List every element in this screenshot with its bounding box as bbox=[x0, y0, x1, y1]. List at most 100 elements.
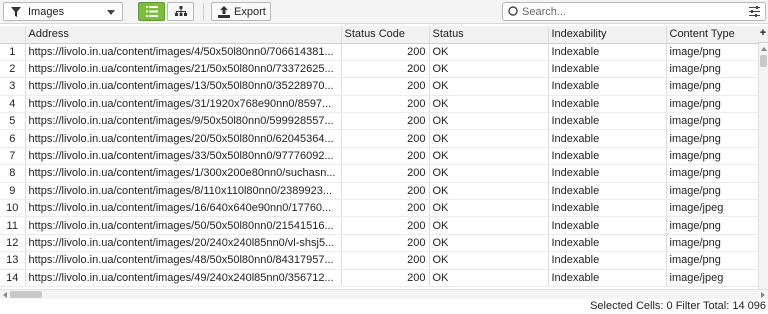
address-cell[interactable]: https://livolo.in.ua/content/images/50/5… bbox=[25, 216, 342, 235]
address-cell[interactable]: https://livolo.in.ua/content/images/9/50… bbox=[25, 112, 342, 131]
status-cell[interactable]: OK bbox=[429, 129, 549, 148]
indexability-cell[interactable]: Indexable bbox=[548, 251, 667, 270]
indexability-cell[interactable]: Indexable bbox=[548, 182, 667, 201]
status-code-cell[interactable]: 200 bbox=[341, 129, 430, 148]
table-row[interactable]: 2 https://livolo.in.ua/content/images/21… bbox=[0, 60, 759, 79]
status-cell[interactable]: OK bbox=[429, 269, 549, 287]
address-cell[interactable]: https://livolo.in.ua/content/images/20/5… bbox=[25, 129, 342, 148]
indexability-cell[interactable]: Indexable bbox=[548, 43, 667, 61]
address-cell[interactable]: https://livolo.in.ua/content/images/49/2… bbox=[25, 269, 342, 287]
status-cell[interactable]: OK bbox=[429, 234, 549, 253]
column-header-status-code[interactable]: Status Code bbox=[341, 26, 430, 44]
search-input[interactable] bbox=[522, 4, 742, 19]
filter-dropdown[interactable]: Images bbox=[3, 2, 123, 21]
status-code-cell[interactable]: 200 bbox=[341, 269, 430, 287]
table-row[interactable]: 10 https://livolo.in.ua/content/images/1… bbox=[0, 199, 759, 218]
table-row[interactable]: 11 https://livolo.in.ua/content/images/5… bbox=[0, 216, 759, 235]
address-cell[interactable]: https://livolo.in.ua/content/images/33/5… bbox=[25, 147, 342, 166]
content-type-cell[interactable]: image/png bbox=[666, 216, 759, 235]
status-code-cell[interactable]: 200 bbox=[341, 234, 430, 253]
table-row[interactable]: 14 https://livolo.in.ua/content/images/4… bbox=[0, 269, 759, 287]
table-row[interactable]: 8 https://livolo.in.ua/content/images/1/… bbox=[0, 164, 759, 183]
add-column-button[interactable]: + bbox=[758, 26, 768, 43]
address-cell[interactable]: https://livolo.in.ua/content/images/13/5… bbox=[25, 77, 342, 96]
status-cell[interactable]: OK bbox=[429, 112, 549, 131]
indexability-cell[interactable]: Indexable bbox=[548, 164, 667, 183]
tree-view-button[interactable] bbox=[167, 2, 194, 21]
address-cell[interactable]: https://livolo.in.ua/content/images/1/30… bbox=[25, 164, 342, 183]
address-cell[interactable]: https://livolo.in.ua/content/images/20/2… bbox=[25, 234, 342, 253]
column-header-address[interactable]: Address bbox=[25, 26, 342, 44]
status-code-cell[interactable]: 200 bbox=[341, 182, 430, 201]
address-cell[interactable]: https://livolo.in.ua/content/images/8/11… bbox=[25, 182, 342, 201]
scroll-right-icon[interactable] bbox=[761, 292, 765, 298]
indexability-cell[interactable]: Indexable bbox=[548, 234, 667, 253]
table-row[interactable]: 4 https://livolo.in.ua/content/images/31… bbox=[0, 95, 759, 114]
status-code-cell[interactable]: 200 bbox=[341, 164, 430, 183]
table-row[interactable]: 6 https://livolo.in.ua/content/images/20… bbox=[0, 129, 759, 148]
scroll-left-icon[interactable] bbox=[3, 292, 7, 298]
status-code-cell[interactable]: 200 bbox=[341, 43, 430, 61]
table-row[interactable]: 13 https://livolo.in.ua/content/images/4… bbox=[0, 251, 759, 270]
indexability-cell[interactable]: Indexable bbox=[548, 129, 667, 148]
status-cell[interactable]: OK bbox=[429, 147, 549, 166]
horizontal-scroll-thumb[interactable] bbox=[10, 291, 42, 298]
vertical-scrollbar[interactable] bbox=[758, 44, 768, 289]
indexability-cell[interactable]: Indexable bbox=[548, 95, 667, 114]
content-type-cell[interactable]: image/png bbox=[666, 43, 759, 61]
vertical-scroll-thumb[interactable] bbox=[760, 55, 767, 67]
content-type-cell[interactable]: image/png bbox=[666, 147, 759, 166]
list-view-button[interactable] bbox=[138, 2, 165, 21]
indexability-cell[interactable]: Indexable bbox=[548, 216, 667, 235]
content-type-cell[interactable]: image/png bbox=[666, 251, 759, 270]
table-row[interactable]: 3 https://livolo.in.ua/content/images/13… bbox=[0, 77, 759, 96]
address-cell[interactable]: https://livolo.in.ua/content/images/4/50… bbox=[25, 43, 342, 61]
status-cell[interactable]: OK bbox=[429, 199, 549, 218]
status-code-cell[interactable]: 200 bbox=[341, 60, 430, 79]
content-type-cell[interactable]: image/jpeg bbox=[666, 269, 759, 287]
indexability-cell[interactable]: Indexable bbox=[548, 199, 667, 218]
status-cell[interactable]: OK bbox=[429, 77, 549, 96]
address-cell[interactable]: https://livolo.in.ua/content/images/31/1… bbox=[25, 95, 342, 114]
content-type-cell[interactable]: image/png bbox=[666, 164, 759, 183]
status-code-cell[interactable]: 200 bbox=[341, 95, 430, 114]
column-header-content-type[interactable]: Content Type bbox=[666, 26, 759, 44]
table-row[interactable]: 12 https://livolo.in.ua/content/images/2… bbox=[0, 234, 759, 253]
status-code-cell[interactable]: 200 bbox=[341, 77, 430, 96]
indexability-cell[interactable]: Indexable bbox=[548, 269, 667, 287]
indexability-cell[interactable]: Indexable bbox=[548, 60, 667, 79]
status-code-cell[interactable]: 200 bbox=[341, 112, 430, 131]
status-cell[interactable]: OK bbox=[429, 43, 549, 61]
content-type-cell[interactable]: image/png bbox=[666, 95, 759, 114]
content-type-cell[interactable]: image/png bbox=[666, 77, 759, 96]
indexability-cell[interactable]: Indexable bbox=[548, 77, 667, 96]
content-type-cell[interactable]: image/png bbox=[666, 234, 759, 253]
status-code-cell[interactable]: 200 bbox=[341, 199, 430, 218]
content-type-cell[interactable]: image/jpeg bbox=[666, 199, 759, 218]
export-button[interactable]: Export bbox=[211, 2, 271, 21]
status-cell[interactable]: OK bbox=[429, 251, 549, 270]
sliders-icon[interactable] bbox=[749, 6, 760, 17]
status-code-cell[interactable]: 200 bbox=[341, 147, 430, 166]
status-cell[interactable]: OK bbox=[429, 60, 549, 79]
table-row[interactable]: 7 https://livolo.in.ua/content/images/33… bbox=[0, 147, 759, 166]
indexability-cell[interactable]: Indexable bbox=[548, 147, 667, 166]
status-cell[interactable]: OK bbox=[429, 182, 549, 201]
column-header-indexability[interactable]: Indexability bbox=[548, 26, 667, 44]
address-cell[interactable]: https://livolo.in.ua/content/images/48/5… bbox=[25, 251, 342, 270]
status-code-cell[interactable]: 200 bbox=[341, 251, 430, 270]
table-row[interactable]: 1 https://livolo.in.ua/content/images/4/… bbox=[0, 43, 759, 61]
status-code-cell[interactable]: 200 bbox=[341, 216, 430, 235]
address-cell[interactable]: https://livolo.in.ua/content/images/16/6… bbox=[25, 199, 342, 218]
table-row[interactable]: 5 https://livolo.in.ua/content/images/9/… bbox=[0, 112, 759, 131]
horizontal-scrollbar[interactable] bbox=[0, 289, 768, 299]
status-cell[interactable]: OK bbox=[429, 164, 549, 183]
address-cell[interactable]: https://livolo.in.ua/content/images/21/5… bbox=[25, 60, 342, 79]
content-type-cell[interactable]: image/png bbox=[666, 112, 759, 131]
column-header-status[interactable]: Status bbox=[429, 26, 549, 44]
scroll-up-icon[interactable] bbox=[761, 47, 767, 51]
content-type-cell[interactable]: image/png bbox=[666, 129, 759, 148]
status-cell[interactable]: OK bbox=[429, 216, 549, 235]
content-type-cell[interactable]: image/png bbox=[666, 182, 759, 201]
table-row[interactable]: 9 https://livolo.in.ua/content/images/8/… bbox=[0, 182, 759, 201]
